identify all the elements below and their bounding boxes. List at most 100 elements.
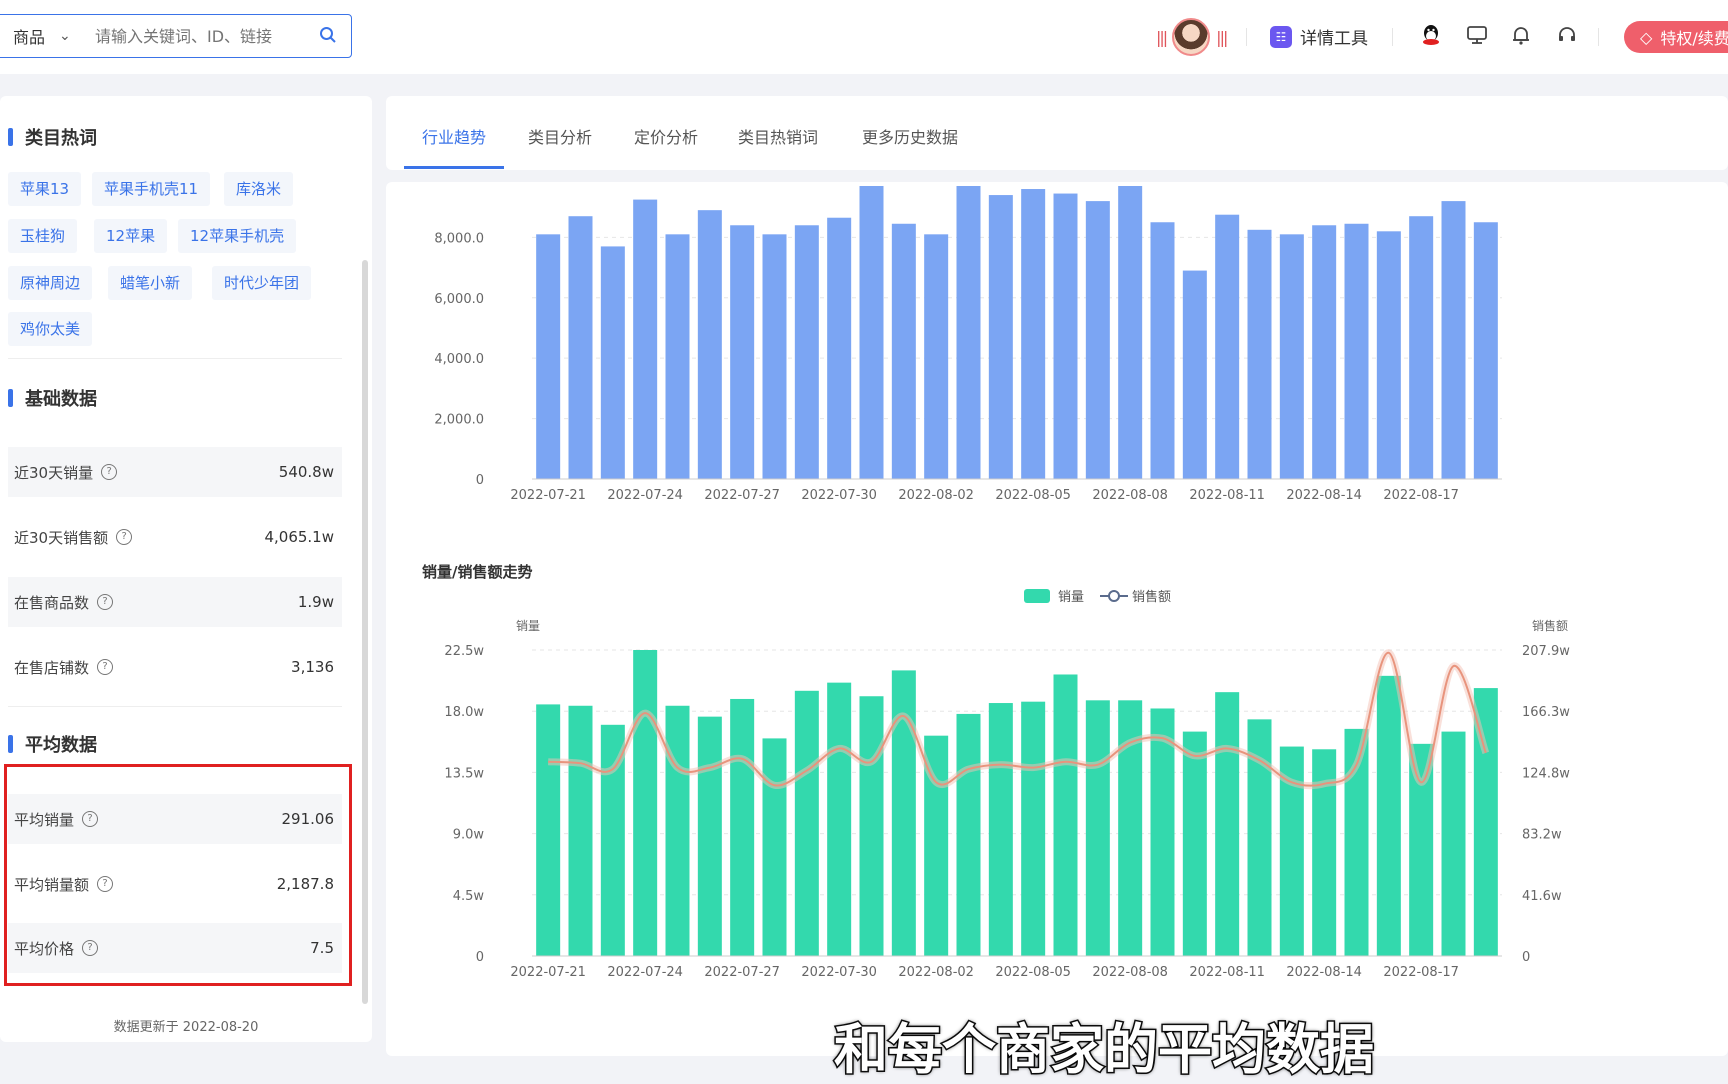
tab-history-data[interactable]: 更多历史数据	[862, 124, 958, 148]
bar	[730, 698, 755, 956]
x-tick-label: 2022-07-27	[704, 488, 780, 503]
tab-industry-trend[interactable]: 行业趋势	[422, 124, 486, 148]
monitor-icon[interactable]	[1464, 22, 1490, 48]
y2-tick-label: 166.3w	[1522, 705, 1570, 720]
bell-icon[interactable]	[1508, 22, 1534, 48]
tab-category-analysis[interactable]: 类目分析	[528, 124, 592, 148]
hotwords-title: 类目热词	[8, 124, 97, 150]
bar	[827, 217, 852, 479]
y-tick-label: 4.5w	[453, 889, 485, 904]
average-data-title: 平均数据	[8, 731, 97, 757]
y2-tick-label: 41.6w	[1522, 889, 1562, 904]
bar	[1182, 731, 1207, 956]
help-icon[interactable]: ?	[116, 529, 133, 545]
qq-icon[interactable]	[1418, 22, 1444, 48]
top-bar: 商品 ⌄ ||| ||| ☷ 详情工具 ◇ 特权/续费	[0, 0, 1728, 74]
bar	[1344, 223, 1369, 479]
vip-renew-button[interactable]: ◇ 特权/续费	[1624, 21, 1728, 53]
legend-label: 销量	[1058, 590, 1084, 605]
y2-tick-label: 83.2w	[1522, 828, 1562, 843]
x-tick-label: 2022-07-21	[510, 965, 586, 980]
bar	[1441, 731, 1466, 956]
detail-tool-button[interactable]: ☷ 详情工具	[1270, 24, 1368, 49]
bar	[633, 650, 658, 956]
bar	[1150, 222, 1175, 479]
hotword-tag[interactable]: 12苹果	[94, 219, 168, 253]
divider	[8, 706, 342, 707]
diamond-icon: ◇	[1640, 27, 1653, 47]
avatar[interactable]	[1172, 18, 1211, 56]
hotword-tag[interactable]: 蜡笔小新	[108, 266, 193, 300]
bar	[536, 704, 561, 956]
bar	[988, 195, 1013, 479]
x-tick-label: 2022-08-08	[1092, 965, 1168, 980]
hotword-tag[interactable]: 库洛米	[224, 172, 294, 206]
x-tick-label: 2022-07-21	[510, 488, 586, 503]
bar	[1085, 700, 1110, 956]
hotword-tag[interactable]: 鸡你太美	[8, 312, 93, 346]
tab-pricing-analysis[interactable]: 定价分析	[634, 124, 698, 148]
bar	[988, 703, 1013, 956]
bar	[1215, 214, 1240, 480]
bar	[697, 716, 722, 956]
bar	[891, 223, 916, 479]
stat-row: 在售店铺数? 3,136	[14, 658, 334, 677]
hotword-tag[interactable]: 12苹果手机壳	[178, 219, 297, 253]
video-subtitle: 和每个商家的平均数据	[833, 1017, 1376, 1083]
bar	[956, 186, 981, 479]
search-box: 商品 ⌄	[0, 14, 352, 58]
legend-swatch	[1024, 589, 1050, 603]
bar	[762, 738, 787, 956]
bar	[1376, 675, 1401, 956]
hotword-tag[interactable]: 时代少年团	[212, 266, 312, 300]
y-tick-label: 18.0w	[444, 705, 484, 720]
bar	[1085, 201, 1110, 479]
bar	[1182, 270, 1207, 479]
search-category-select[interactable]: 商品 ⌄	[0, 24, 83, 48]
bar	[730, 225, 755, 479]
stat-row: 在售商品数? 1.9w	[8, 577, 342, 627]
live-avatar[interactable]: ||| |||	[1156, 18, 1228, 56]
hotword-tag[interactable]: 原神周边	[8, 266, 93, 300]
bar	[859, 696, 884, 956]
divider	[1246, 28, 1247, 46]
bar	[1409, 216, 1434, 479]
bar	[1118, 186, 1143, 479]
bar	[1215, 692, 1240, 956]
hotword-tag[interactable]: 苹果13	[8, 172, 82, 206]
left-scrollbar[interactable]	[362, 260, 368, 1004]
bar	[1473, 222, 1498, 479]
search-icon[interactable]	[319, 26, 337, 44]
x-tick-label: 2022-08-02	[898, 488, 974, 503]
bar	[924, 234, 949, 479]
bar	[665, 234, 690, 479]
chart-title: 销量/销售额走势	[422, 563, 532, 581]
bar	[1021, 189, 1046, 479]
bar	[1247, 229, 1272, 479]
help-icon[interactable]: ?	[101, 464, 118, 480]
search-input[interactable]	[93, 25, 307, 47]
x-tick-label: 2022-08-17	[1383, 488, 1459, 503]
bar	[697, 210, 722, 479]
y-tick-label: 0	[476, 950, 484, 965]
hotword-tag[interactable]: 苹果手机壳11	[92, 172, 211, 206]
help-icon[interactable]: ?	[97, 594, 114, 610]
y2-tick-label: 207.9w	[1522, 644, 1570, 659]
bar	[665, 705, 690, 956]
help-icon[interactable]: ?	[97, 659, 114, 675]
sound-wave-icon: |||	[1216, 27, 1228, 47]
bar	[1279, 234, 1304, 479]
chevron-down-icon: ⌄	[59, 28, 71, 44]
hotword-tag[interactable]: 玉桂狗	[8, 219, 78, 253]
y-tick-label: 6,000.0	[434, 292, 484, 307]
tabs-bar: 行业趋势 类目分析 定价分析 类目热销词 更多历史数据	[386, 96, 1728, 170]
y-tick-label: 4,000.0	[434, 352, 484, 367]
x-tick-label: 2022-08-14	[1286, 965, 1362, 980]
tab-category-hot-words[interactable]: 类目热销词	[738, 124, 818, 148]
headset-icon[interactable]	[1554, 22, 1580, 48]
y-tick-label: 8,000.0	[434, 231, 484, 246]
bar	[536, 234, 561, 479]
bar	[827, 682, 852, 956]
bar	[633, 199, 658, 480]
bar	[762, 234, 787, 479]
